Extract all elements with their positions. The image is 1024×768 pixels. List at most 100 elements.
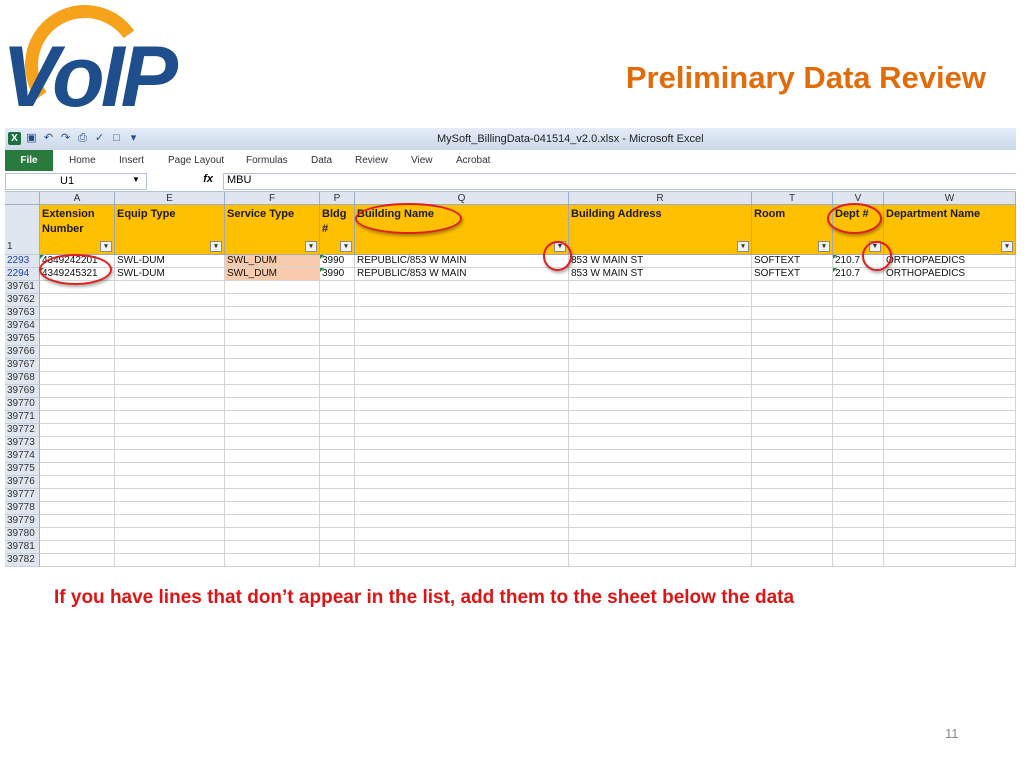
row-header-39782[interactable]: 39782 <box>5 554 40 567</box>
table-cell[interactable] <box>355 281 569 294</box>
table-cell[interactable]: SWL-DUM <box>115 268 225 281</box>
table-cell[interactable] <box>884 541 1016 554</box>
tab-review[interactable]: Review <box>355 155 388 166</box>
tab-home[interactable]: Home <box>69 155 96 166</box>
tab-acrobat[interactable]: Acrobat <box>456 155 490 166</box>
row-header-39769[interactable]: 39769 <box>5 385 40 398</box>
row-header-39781[interactable]: 39781 <box>5 541 40 554</box>
table-cell[interactable] <box>569 476 752 489</box>
table-cell[interactable] <box>320 502 355 515</box>
tab-data[interactable]: Data <box>311 155 332 166</box>
table-cell[interactable] <box>833 502 884 515</box>
table-cell[interactable] <box>40 294 115 307</box>
row-header-39761[interactable]: 39761 <box>5 281 40 294</box>
table-cell[interactable] <box>884 463 1016 476</box>
table-cell[interactable] <box>115 307 225 320</box>
table-cell[interactable] <box>355 463 569 476</box>
row-header-39762[interactable]: 39762 <box>5 294 40 307</box>
tab-page-layout[interactable]: Page Layout <box>168 155 224 166</box>
undo-icon[interactable]: ↶ <box>42 132 55 145</box>
table-cell[interactable] <box>115 385 225 398</box>
row-header-39772[interactable]: 39772 <box>5 424 40 437</box>
table-cell[interactable] <box>115 359 225 372</box>
table-cell[interactable] <box>569 359 752 372</box>
table-cell[interactable] <box>569 463 752 476</box>
table-cell[interactable] <box>40 411 115 424</box>
table-cell[interactable] <box>569 307 752 320</box>
table-cell[interactable] <box>115 528 225 541</box>
table-cell[interactable] <box>752 307 833 320</box>
table-cell[interactable] <box>355 294 569 307</box>
table-cell[interactable] <box>320 346 355 359</box>
table-cell[interactable] <box>320 398 355 411</box>
row-header-39768[interactable]: 39768 <box>5 372 40 385</box>
table-cell[interactable]: ORTHOPAEDICS <box>884 268 1016 281</box>
table-cell[interactable] <box>884 359 1016 372</box>
table-cell[interactable] <box>833 320 884 333</box>
table-cell[interactable] <box>320 424 355 437</box>
table-cell[interactable] <box>833 411 884 424</box>
table-cell[interactable] <box>569 320 752 333</box>
row-header-39764[interactable]: 39764 <box>5 320 40 333</box>
table-cell[interactable] <box>884 307 1016 320</box>
column-header-p[interactable]: P <box>320 192 355 205</box>
table-cell[interactable] <box>225 281 320 294</box>
row-header-39763[interactable]: 39763 <box>5 307 40 320</box>
table-cell[interactable] <box>569 528 752 541</box>
table-cell[interactable]: 853 W MAIN ST <box>569 255 752 268</box>
table-cell[interactable]: 3990 <box>320 268 355 281</box>
tab-formulas[interactable]: Formulas <box>246 155 288 166</box>
table-cell[interactable] <box>569 502 752 515</box>
table-cell[interactable] <box>115 437 225 450</box>
table-cell[interactable] <box>40 450 115 463</box>
table-cell[interactable] <box>40 502 115 515</box>
table-cell[interactable]: REPUBLIC/853 W MAIN <box>355 255 569 268</box>
table-cell[interactable] <box>225 528 320 541</box>
insert-function-button[interactable]: fx <box>147 172 217 189</box>
table-cell[interactable]: SOFTEXT <box>752 255 833 268</box>
column-header-r[interactable]: R <box>569 192 752 205</box>
table-cell[interactable]: SWL_DUM <box>225 255 320 268</box>
table-cell[interactable] <box>320 554 355 567</box>
column-header-t[interactable]: T <box>752 192 833 205</box>
table-cell[interactable] <box>833 463 884 476</box>
table-cell[interactable] <box>115 502 225 515</box>
table-cell[interactable] <box>752 476 833 489</box>
table-cell[interactable] <box>40 541 115 554</box>
table-cell[interactable] <box>115 294 225 307</box>
row-header-2294[interactable]: 2294 <box>5 268 40 281</box>
table-cell[interactable] <box>355 450 569 463</box>
table-cell[interactable] <box>833 541 884 554</box>
table-cell[interactable] <box>225 411 320 424</box>
table-cell[interactable] <box>569 333 752 346</box>
row-header-39775[interactable]: 39775 <box>5 463 40 476</box>
table-cell[interactable] <box>833 398 884 411</box>
table-cell[interactable] <box>833 307 884 320</box>
table-cell[interactable] <box>752 385 833 398</box>
table-cell[interactable] <box>40 385 115 398</box>
row-header-1[interactable]: 1 <box>5 205 40 255</box>
table-cell[interactable] <box>752 515 833 528</box>
table-cell[interactable] <box>355 411 569 424</box>
table-cell[interactable] <box>569 437 752 450</box>
table-cell[interactable] <box>752 502 833 515</box>
row-header-39767[interactable]: 39767 <box>5 359 40 372</box>
table-cell[interactable]: REPUBLIC/853 W MAIN <box>355 268 569 281</box>
table-cell[interactable] <box>355 528 569 541</box>
table-cell[interactable] <box>225 307 320 320</box>
table-cell[interactable] <box>320 307 355 320</box>
table-cell[interactable] <box>115 541 225 554</box>
table-cell[interactable] <box>225 450 320 463</box>
table-cell[interactable] <box>355 424 569 437</box>
table-cell[interactable]: SOFTEXT <box>752 268 833 281</box>
new-file-icon[interactable]: □ <box>110 132 123 145</box>
row-header-2293[interactable]: 2293 <box>5 255 40 268</box>
table-cell[interactable] <box>752 398 833 411</box>
table-cell[interactable] <box>320 528 355 541</box>
column-header-q[interactable]: Q <box>355 192 569 205</box>
table-cell[interactable] <box>355 359 569 372</box>
row-header-39766[interactable]: 39766 <box>5 346 40 359</box>
table-cell[interactable] <box>884 385 1016 398</box>
column-header-f[interactable]: F <box>225 192 320 205</box>
table-cell[interactable] <box>225 489 320 502</box>
